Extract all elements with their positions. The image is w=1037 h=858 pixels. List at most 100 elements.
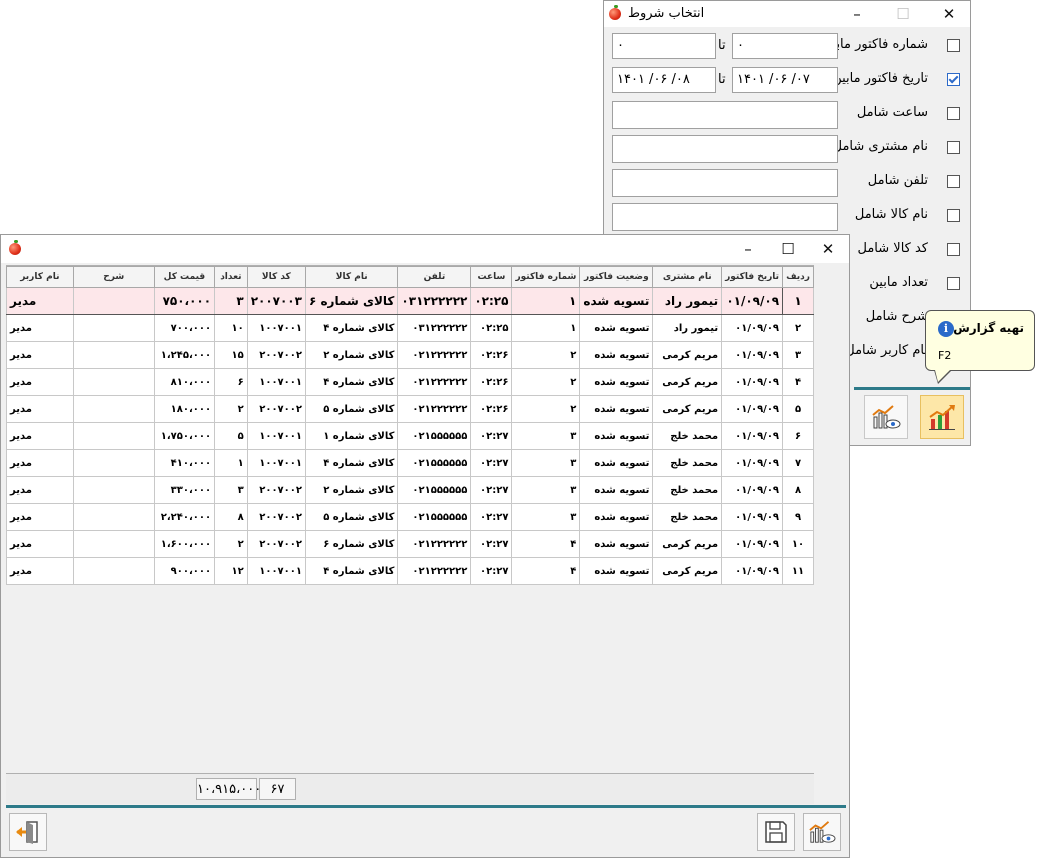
cell-invoice-date: ۰۱/۰۹/۰۹: [721, 503, 784, 531]
header-col-invoice-number[interactable]: شماره فاکتور: [511, 266, 581, 288]
cell-invoice-date: ۰۱/۰۹/۰۹: [721, 287, 784, 315]
cell-invoice-status: تسویه شده: [579, 557, 654, 585]
cell-total-price: ۲،۲۴۰،۰۰۰: [153, 503, 216, 531]
cell-description: [72, 476, 155, 504]
invoice-date-from-field[interactable]: ۱۴۰۱ /۰۶ /۰۷: [732, 67, 838, 93]
cell-invoice-date: ۰۱/۰۹/۰۹: [721, 314, 784, 342]
header-col-invoice-status[interactable]: وضعیت فاکتور: [579, 266, 654, 288]
phone-field[interactable]: [612, 169, 838, 197]
report-preview-button[interactable]: [803, 813, 841, 851]
invoice-date-label: تاریخ فاکتور مابین: [832, 71, 928, 86]
table-row[interactable]: ۷ ۰۱/۰۹/۰۹ محمد خلج تسویه شده ۳ ۰۲:۲۷ ۰۲۱۵۵۵۵۵…: [6, 449, 814, 477]
table-row[interactable]: ۱۱ ۰۱/۰۹/۰۹ مریم کرمی تسویه شده ۴ ۰۲:۲۷ ۰۲۱۲۲۲…: [6, 557, 814, 585]
product-name-checkbox[interactable]: [947, 209, 960, 222]
table-row[interactable]: ۹ ۰۱/۰۹/۰۹ محمد خلج تسویه شده ۳ ۰۲:۲۷ ۰۲۱۵۵۵۵۵…: [6, 503, 814, 531]
cell-invoice-status: تسویه شده: [579, 341, 654, 369]
invoice-number-from-field[interactable]: ۰: [732, 33, 838, 59]
table-row[interactable]: ۵ ۰۱/۰۹/۰۹ مریم کرمی تسویه شده ۲ ۰۲:۲۶ ۰۲۱۲۲۲۲…: [6, 395, 814, 423]
cell-username: مدیر: [6, 341, 74, 369]
cell-customer-name: تیمور راد: [652, 314, 723, 342]
cell-row-number: ۳: [782, 341, 814, 369]
header-col-row-number[interactable]: ردیف: [782, 266, 814, 288]
cell-row-number: ۹: [782, 503, 814, 531]
cell-invoice-date: ۰۱/۰۹/۰۹: [721, 395, 784, 423]
header-col-product-name[interactable]: نام کالا: [304, 266, 399, 288]
save-button[interactable]: [757, 813, 795, 851]
product-name-label: نام کالا شامل: [854, 207, 928, 222]
table-row[interactable]: ۱۰ ۰۱/۰۹/۰۹ مریم کرمی تسویه شده ۴ ۰۲:۲۷ ۰۲۱۲۲۲…: [6, 530, 814, 558]
header-col-description[interactable]: شرح: [72, 266, 155, 288]
cell-product-name: کالای شماره ۴: [304, 368, 399, 396]
to-label: تا: [718, 72, 726, 87]
exit-door-icon: [16, 821, 38, 844]
report-title-bar: – ☐ ✕: [1, 235, 849, 263]
exit-button[interactable]: [9, 813, 47, 851]
total-quantity: ۶۷: [259, 778, 296, 800]
header-col-product-code[interactable]: کد کالا: [246, 266, 306, 288]
invoice-number-label: شماره فاکتور مابین: [822, 37, 928, 52]
cell-total-price: ۹۰۰،۰۰۰: [153, 557, 216, 585]
quantity-label: تعداد مابین: [869, 275, 928, 290]
cell-invoice-date: ۰۱/۰۹/۰۹: [721, 476, 784, 504]
time-checkbox[interactable]: [947, 107, 960, 120]
cell-username: مدیر: [6, 476, 74, 504]
cell-product-name: کالای شماره ۲: [304, 476, 399, 504]
header-col-total-price[interactable]: قیمت کل: [153, 266, 216, 288]
header-col-time[interactable]: ساعت: [470, 266, 513, 288]
cell-phone: ۰۳۱۲۲۲۲۲۲: [397, 287, 472, 315]
table-row[interactable]: ۴ ۰۱/۰۹/۰۹ مریم کرمی تسویه شده ۲ ۰۲:۲۶ ۰۲۱۲۲۲۲…: [6, 368, 814, 396]
minimize-button[interactable]: –: [834, 1, 880, 27]
cell-username: مدیر: [6, 530, 74, 558]
cell-quantity: ۱: [214, 449, 248, 477]
invoice-number-to-field[interactable]: ۰: [612, 33, 716, 59]
table-row[interactable]: ۲ ۰۱/۰۹/۰۹ تیمور راد تسویه شده ۱ ۰۲:۲۵ ۰۳۱۲۲۲۲…: [6, 314, 814, 342]
close-button[interactable]: ✕: [926, 1, 972, 27]
cell-customer-name: مریم کرمی: [652, 395, 723, 423]
cell-product-code: ۱۰۰۷۰۰۱: [246, 557, 306, 585]
cell-invoice-status: تسویه شده: [579, 368, 654, 396]
maximize-button[interactable]: ☐: [880, 1, 926, 27]
cell-product-code: ۱۰۰۷۰۰۱: [246, 314, 306, 342]
cell-time: ۰۲:۲۶: [470, 368, 513, 396]
customer-name-field[interactable]: [612, 135, 838, 163]
cell-username: مدیر: [6, 449, 74, 477]
description-label: شرح شامل: [865, 309, 928, 324]
table-row[interactable]: ۳ ۰۱/۰۹/۰۹ مریم کرمی تسویه شده ۲ ۰۲:۲۶ ۰۲۱۲۲۲۲…: [6, 341, 814, 369]
invoice-date-checkbox[interactable]: [947, 73, 960, 86]
preview-report-button[interactable]: [864, 395, 908, 439]
cell-customer-name: مریم کرمی: [652, 530, 723, 558]
report-grid[interactable]: ردیف تاریخ فاکتور نام مشتری وضعیت فاکتور شما…: [6, 265, 814, 774]
invoice-number-checkbox[interactable]: [947, 39, 960, 52]
cell-invoice-number: ۲: [511, 341, 581, 369]
phone-checkbox[interactable]: [947, 175, 960, 188]
cell-row-number: ۱: [782, 287, 814, 315]
header-col-invoice-date[interactable]: تاریخ فاکتور: [721, 266, 784, 288]
customer-name-checkbox[interactable]: [947, 141, 960, 154]
cell-row-number: ۶: [782, 422, 814, 450]
cell-total-price: ۳۳۰،۰۰۰: [153, 476, 216, 504]
header-col-quantity[interactable]: تعداد: [214, 266, 248, 288]
cell-description: [72, 449, 155, 477]
product-code-checkbox[interactable]: [947, 243, 960, 256]
cell-quantity: ۳: [214, 287, 248, 315]
cell-total-price: ۱۸۰،۰۰۰: [153, 395, 216, 423]
generate-report-button[interactable]: [920, 395, 964, 439]
close-button[interactable]: ✕: [805, 235, 851, 263]
cell-product-code: ۲۰۰۷۰۰۳: [246, 287, 306, 315]
time-field[interactable]: [612, 101, 838, 129]
table-row[interactable]: ۸ ۰۱/۰۹/۰۹ محمد خلج تسویه شده ۳ ۰۲:۲۷ ۰۲۱۵۵۵۵۵…: [6, 476, 814, 504]
header-col-customer-name[interactable]: نام مشتری: [652, 266, 723, 288]
invoice-date-to-field[interactable]: ۱۴۰۱ /۰۶ /۰۸: [612, 67, 716, 93]
header-col-username[interactable]: نام کاربر: [6, 266, 74, 288]
product-name-field[interactable]: [612, 203, 838, 231]
cell-description: [72, 368, 155, 396]
cell-product-code: ۱۰۰۷۰۰۱: [246, 422, 306, 450]
cell-time: ۰۲:۲۷: [470, 476, 513, 504]
cell-time: ۰۲:۲۷: [470, 557, 513, 585]
table-row[interactable]: ۶ ۰۱/۰۹/۰۹ محمد خلج تسویه شده ۳ ۰۲:۲۷ ۰۲۱۵۵۵۵۵…: [6, 422, 814, 450]
cell-description: [72, 530, 155, 558]
header-col-phone[interactable]: تلفن: [397, 266, 472, 288]
table-row[interactable]: ۱ ۰۱/۰۹/۰۹ تیمور راد تسویه شده ۱ ۰۲:۲۵ ۰۳۱۲۲۲۲…: [6, 287, 814, 315]
cell-username: مدیر: [6, 503, 74, 531]
quantity-checkbox[interactable]: [947, 277, 960, 290]
